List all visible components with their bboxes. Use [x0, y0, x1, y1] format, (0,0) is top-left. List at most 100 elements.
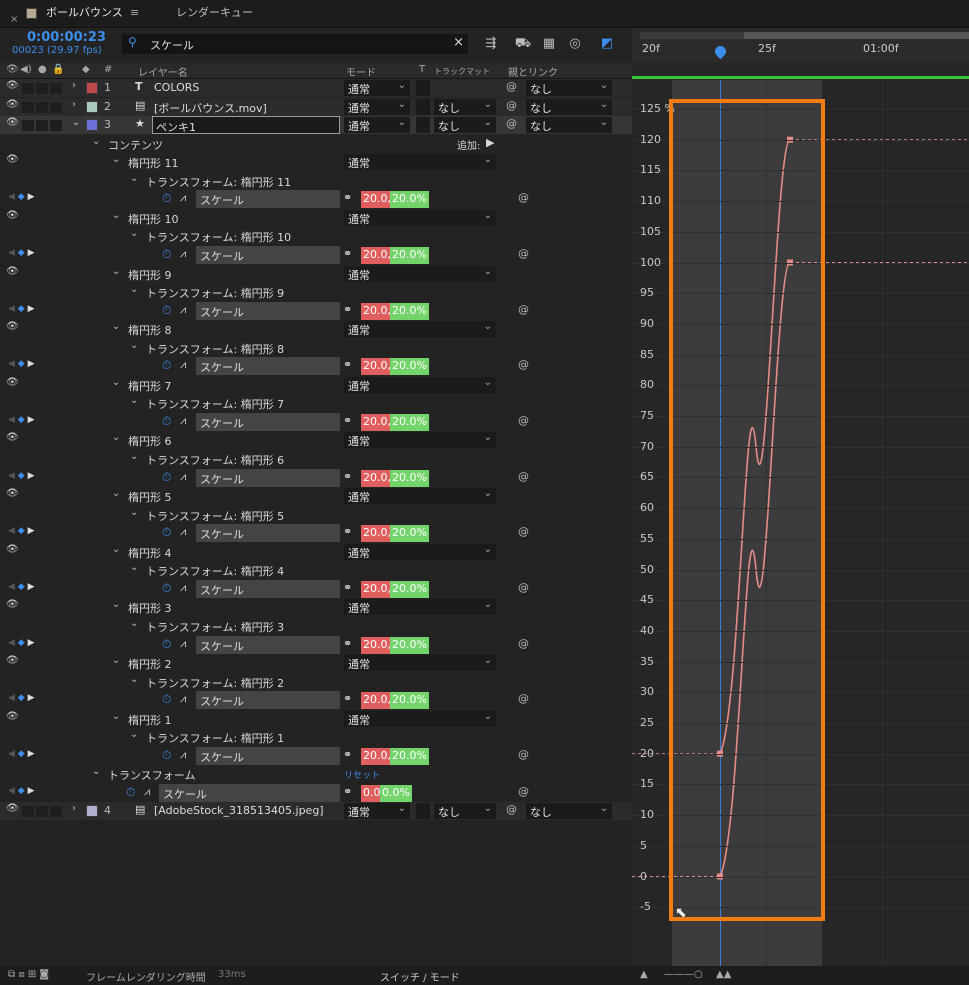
- stopwatch-icon[interactable]: ⏱: [162, 247, 171, 262]
- label-color-swatch[interactable]: [86, 805, 98, 818]
- blend-mode-dropdown[interactable]: 通常 ⌄: [344, 321, 496, 338]
- twirl-icon[interactable]: ⌄: [112, 266, 120, 277]
- scale-y-value[interactable]: 20.0%: [390, 525, 429, 543]
- spiral-icon[interactable]: @: [518, 525, 529, 538]
- contents-row[interactable]: ⌄ コンテンツ 追加: ▶: [0, 135, 632, 153]
- spiral-icon[interactable]: @: [518, 637, 529, 650]
- blend-mode-dropdown[interactable]: 通常 ⌄: [344, 543, 496, 560]
- eye-icon[interactable]: 👁: [6, 210, 19, 221]
- property-name-box[interactable]: スケール: [196, 691, 340, 710]
- next-keyframe-icon[interactable]: ▶: [28, 248, 35, 258]
- scale-x-value[interactable]: 20.0,: [361, 246, 393, 264]
- layer-transform-label[interactable]: トランスフォーム: [108, 767, 195, 783]
- twirl-icon[interactable]: ⌄: [130, 228, 138, 239]
- previous-keyframe-icon[interactable]: ◀: [8, 638, 18, 648]
- keyframe-navigator[interactable]: ◀ ◆ ▶: [8, 786, 35, 796]
- eye-icon[interactable]: 👁: [6, 655, 19, 666]
- keyframe-navigator[interactable]: ◀ ◆ ▶: [8, 471, 35, 481]
- eye-icon[interactable]: 👁: [6, 154, 19, 165]
- scale-y-value[interactable]: 20.0%: [390, 636, 429, 654]
- keyframe-diamond-icon[interactable]: ◆: [18, 786, 28, 796]
- solo-toggle[interactable]: [36, 83, 48, 94]
- scale-property-row[interactable]: ◀ ◆ ▶ ⏱ ⩘ スケール ⚭ 20.0, 20.0% @: [0, 635, 632, 654]
- current-time-display[interactable]: 0:00:00:23: [27, 30, 106, 45]
- keyframe-diamond-icon[interactable]: ◆: [18, 359, 28, 369]
- graph-icon[interactable]: ⩘: [180, 637, 186, 651]
- chain-link-icon[interactable]: ⚭: [343, 692, 352, 705]
- audio-toggle[interactable]: [22, 83, 34, 94]
- previous-keyframe-icon[interactable]: ◀: [8, 304, 18, 314]
- track-matte-toggle[interactable]: [416, 117, 430, 134]
- twirl-icon[interactable]: ⌄: [130, 507, 138, 518]
- reset-link[interactable]: リセット: [344, 768, 380, 781]
- next-keyframe-icon[interactable]: ▶: [28, 749, 35, 759]
- blend-mode-dropdown[interactable]: 通常 ⌄: [344, 265, 496, 282]
- stopwatch-icon[interactable]: ⏱: [162, 414, 171, 429]
- transform-group-row[interactable]: ⌄ トランスフォーム: 楕円形 4: [0, 561, 632, 579]
- audio-toggle[interactable]: [22, 120, 34, 132]
- eye-icon[interactable]: 👁: [6, 544, 19, 555]
- scale-property-row[interactable]: ◀ ◆ ▶ ⏱ ⩘ スケール ⚭ 20.0, 20.0% @: [0, 579, 632, 598]
- previous-keyframe-icon[interactable]: ◀: [8, 749, 18, 759]
- property-name-box[interactable]: スケール: [196, 357, 340, 376]
- parent-dropdown[interactable]: なし ⌄: [526, 98, 612, 115]
- twirl-icon[interactable]: ⌄: [112, 544, 120, 555]
- tab-render-queue[interactable]: レンダーキュー: [0, 0, 300, 28]
- transform-group-name[interactable]: トランスフォーム: 楕円形 6: [146, 452, 284, 468]
- mode-dropdown[interactable]: 通常 ⌄: [344, 98, 410, 115]
- scale-x-value[interactable]: 20.0,: [361, 191, 393, 209]
- lock-toggle[interactable]: [50, 83, 62, 94]
- eye-icon[interactable]: 👁: [6, 99, 19, 110]
- graph-icon[interactable]: ⩘: [144, 785, 150, 799]
- scale-x-value[interactable]: 20.0,: [361, 525, 393, 543]
- shape-group-row[interactable]: 👁 ⌄ 楕円形 1 通常 ⌄: [0, 710, 632, 728]
- keyframe-navigator[interactable]: ◀ ◆ ▶: [8, 526, 35, 536]
- label-color-swatch[interactable]: [86, 100, 98, 113]
- graph-icon[interactable]: ⩘: [180, 414, 186, 428]
- property-name-box[interactable]: スケール: [196, 468, 340, 487]
- eye-icon[interactable]: 👁: [6, 266, 19, 277]
- shape-group-name[interactable]: 楕円形 10: [128, 211, 179, 227]
- parent-dropdown[interactable]: なし ⌄: [526, 803, 612, 820]
- chain-link-icon[interactable]: ⚭: [343, 581, 352, 594]
- transform-group-name[interactable]: トランスフォーム: 楕円形 9: [146, 285, 284, 301]
- scale-y-value[interactable]: 20.0%: [390, 246, 429, 264]
- transform-group-row[interactable]: ⌄ トランスフォーム: 楕円形 1: [0, 728, 632, 746]
- property-name-box[interactable]: スケール: [196, 301, 340, 320]
- shape-group-row[interactable]: 👁 ⌄ 楕円形 2 通常 ⌄: [0, 654, 632, 672]
- blend-mode-dropdown[interactable]: 通常 ⌄: [344, 488, 496, 505]
- track-matte-toggle[interactable]: [416, 80, 430, 96]
- previous-keyframe-icon[interactable]: ◀: [8, 359, 18, 369]
- eye-icon[interactable]: 👁: [6, 599, 19, 610]
- layer-transform-row[interactable]: ⌄ トランスフォーム リセット: [0, 765, 632, 783]
- frame-blending-icon[interactable]: ▦: [540, 36, 558, 52]
- property-name-box[interactable]: スケール: [196, 245, 340, 264]
- keyframe-navigator[interactable]: ◀ ◆ ▶: [8, 192, 35, 202]
- stopwatch-icon[interactable]: ⏱: [162, 525, 171, 540]
- stopwatch-icon[interactable]: ⏱: [126, 785, 135, 800]
- transform-group-name[interactable]: トランスフォーム: 楕円形 8: [146, 341, 284, 357]
- next-keyframe-icon[interactable]: ▶: [28, 359, 35, 369]
- property-name-box[interactable]: スケール: [196, 190, 340, 209]
- next-keyframe-icon[interactable]: ▶: [28, 304, 35, 314]
- stopwatch-icon[interactable]: ⏱: [162, 191, 171, 206]
- layer-row[interactable]: 👁 › 4 ▤ [AdobeStock_318513405.jpeg] 通常 ⌄ なし ⌄ @ なし…: [0, 802, 632, 821]
- spiral-icon[interactable]: @: [518, 247, 529, 260]
- scale-x-value[interactable]: 20.0,: [361, 636, 393, 654]
- spiral-icon[interactable]: @: [506, 117, 517, 130]
- scale-x-value[interactable]: 20.0,: [361, 469, 393, 487]
- previous-keyframe-icon[interactable]: ◀: [8, 415, 18, 425]
- blend-mode-dropdown[interactable]: 通常 ⌄: [344, 599, 496, 616]
- scale-y-value[interactable]: 0.0%: [380, 784, 412, 802]
- audio-icon[interactable]: ◀): [20, 64, 32, 75]
- property-name-box[interactable]: スケール: [196, 412, 340, 431]
- next-keyframe-icon[interactable]: ▶: [28, 582, 35, 592]
- scale-property-row[interactable]: ◀ ◆ ▶ ⏱ ⩘ スケール ⚭ 20.0, 20.0% @: [0, 245, 632, 264]
- spiral-icon[interactable]: @: [506, 99, 517, 112]
- track-matte-dropdown[interactable]: なし ⌄: [434, 117, 496, 134]
- scale-property-row[interactable]: ◀ ◆ ▶ ⏱ ⩘ スケール ⚭ 20.0, 20.0% @: [0, 691, 632, 710]
- add-button[interactable]: 追加:: [457, 137, 480, 152]
- solo-toggle[interactable]: [36, 120, 48, 132]
- blend-mode-dropdown[interactable]: 通常 ⌄: [344, 376, 496, 393]
- keyframe-diamond-icon[interactable]: ◆: [18, 248, 28, 258]
